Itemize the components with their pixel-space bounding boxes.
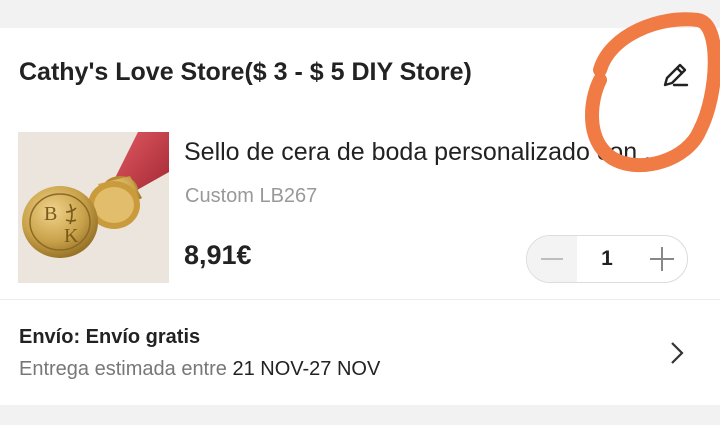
store-name[interactable]: Cathy's Love Store($ 3 - $ 5 DIY Store) <box>19 58 472 87</box>
product-title[interactable]: Sello de cera de boda personalizado con … <box>184 138 664 167</box>
product-image[interactable]: B K <box>18 132 169 283</box>
shipping-details-button[interactable] <box>667 340 687 366</box>
delivery-dates: 21 NOV-27 NOV <box>232 358 381 380</box>
increase-quantity-button[interactable] <box>637 236 687 282</box>
quantity-stepper: 1 <box>526 235 688 283</box>
pencil-icon <box>663 63 689 87</box>
delivery-estimate[interactable]: Entrega estimada entre 21 NOV-27 NOV <box>19 358 380 381</box>
product-price: 8,91€ <box>184 240 252 270</box>
plus-icon <box>650 247 674 271</box>
cart-store-card: Cathy's Love Store($ 3 - $ 5 DIY Store) <box>0 28 720 405</box>
seal-monogram-bottom: K <box>64 225 79 247</box>
seal-monogram-top: B <box>44 203 57 225</box>
divider <box>0 299 720 300</box>
chevron-right-icon <box>671 342 684 364</box>
shipping-info[interactable]: Envío: Envío gratis <box>19 326 200 349</box>
quantity-value[interactable]: 1 <box>577 247 637 271</box>
delivery-prefix: Entrega estimada entre <box>19 358 227 380</box>
product-variant[interactable]: Custom LB267 <box>185 185 317 208</box>
minus-icon <box>541 258 563 260</box>
edit-button[interactable] <box>660 60 690 90</box>
decrease-quantity-button[interactable] <box>527 236 577 282</box>
